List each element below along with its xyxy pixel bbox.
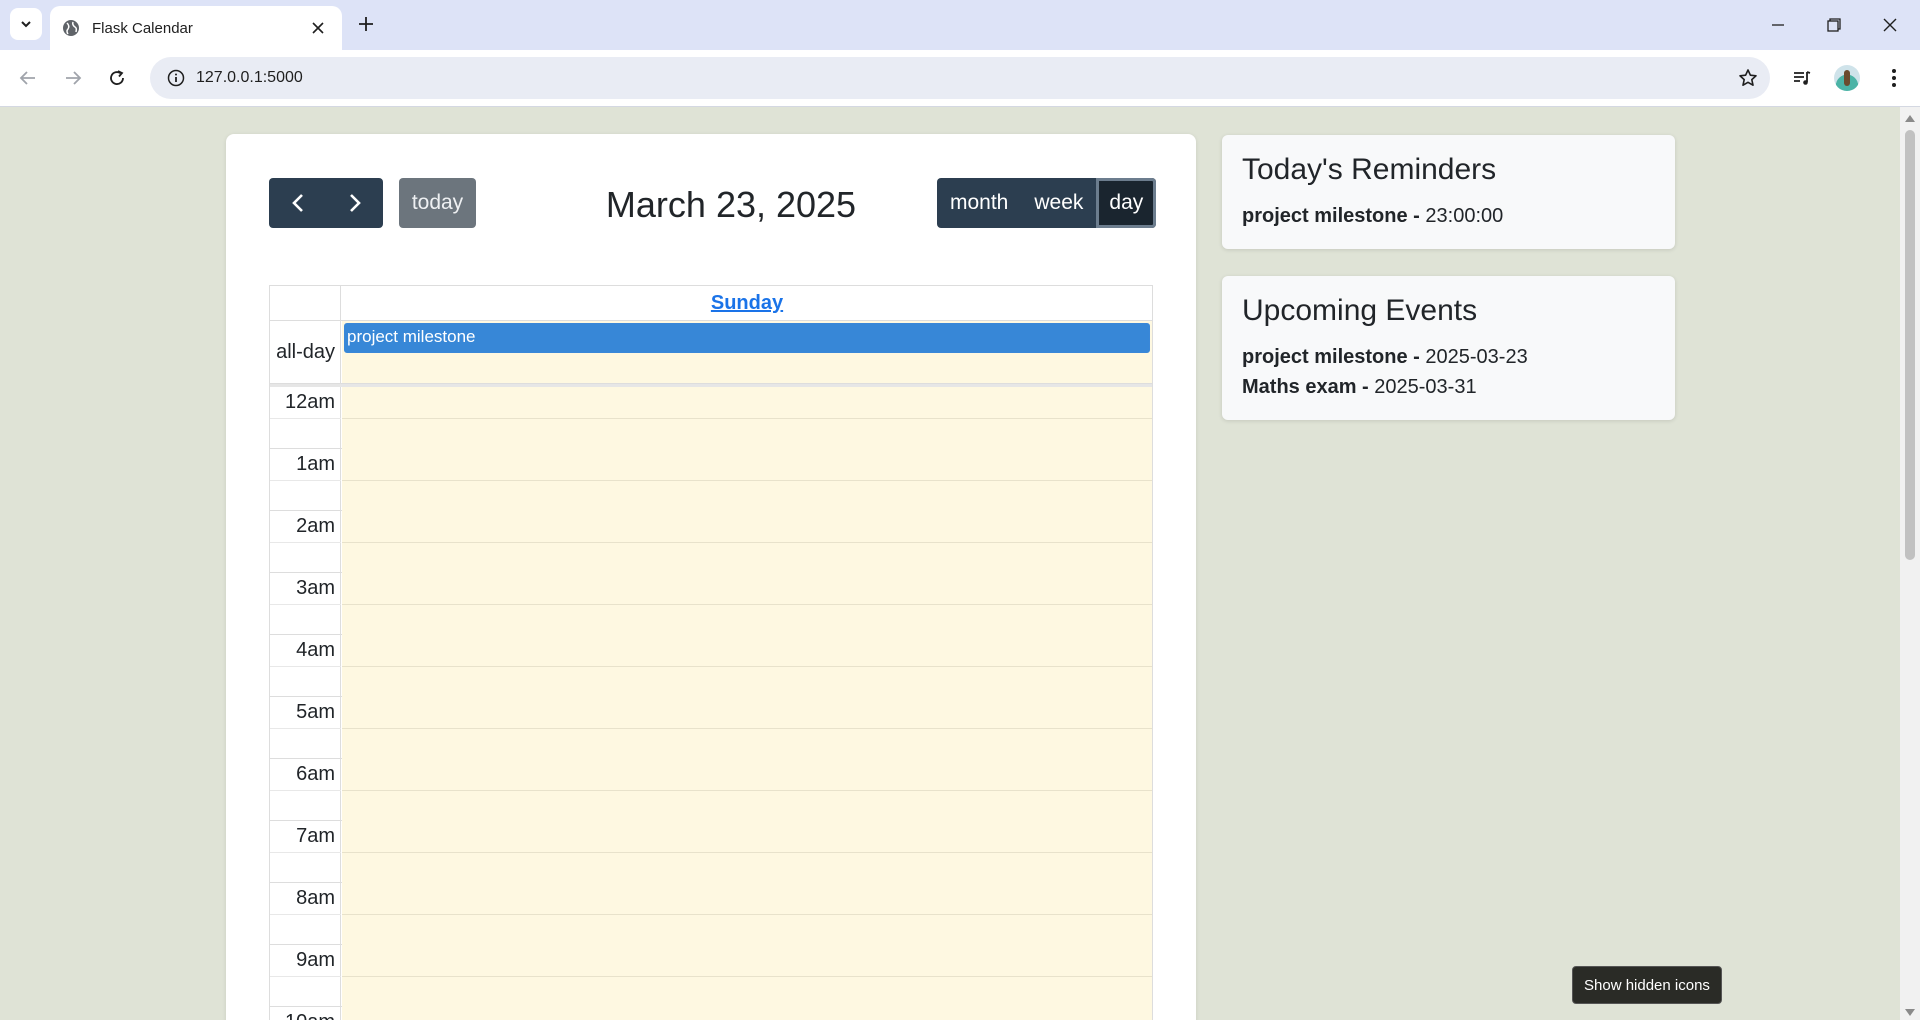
upcoming-item: project milestone - 2025-03-23 [1242,346,1528,368]
tab-search-button[interactable] [10,8,42,40]
hour-row: 8am [270,883,1152,945]
hour-row: 10am [270,1007,1152,1020]
view-month-button[interactable]: month [937,178,1022,228]
plus-icon [359,17,373,31]
today-button[interactable]: today [399,178,476,228]
hour-row: 3am [270,573,1152,635]
time-slot[interactable] [342,573,1152,635]
time-slot[interactable] [342,635,1152,697]
upcoming-heading: Upcoming Events [1242,294,1478,327]
new-tab-button[interactable] [352,10,380,38]
time-slot[interactable] [342,697,1152,759]
view-day-button[interactable]: day [1096,178,1157,228]
address-bar[interactable]: 127.0.0.1:5000 [150,57,1770,99]
tab-title: Flask Calendar [92,19,193,37]
chevron-left-icon [291,194,303,212]
next-button[interactable] [326,178,383,228]
bookmark-star-icon[interactable] [1736,66,1760,90]
forward-button[interactable] [57,62,89,94]
hour-row: 9am [270,945,1152,1007]
chevron-down-icon [21,21,31,28]
hour-row: 6am [270,759,1152,821]
upcoming-date: 2025-03-23 [1425,346,1528,368]
upcoming-date: 2025-03-31 [1374,376,1477,398]
scroll-down-arrow[interactable] [1905,1009,1915,1016]
hour-row: 12am [270,387,1152,449]
site-info-icon[interactable] [156,69,196,87]
time-slot[interactable] [342,821,1152,883]
system-tooltip: Show hidden icons [1572,966,1722,1004]
url-text: 127.0.0.1:5000 [196,69,303,86]
reload-icon [110,70,124,85]
prev-button[interactable] [269,178,326,228]
hour-row: 1am [270,449,1152,511]
minimize-button[interactable] [1750,0,1806,50]
arrow-right-icon [66,71,82,85]
browser-tab-bar: Flask Calendar [0,0,1920,50]
restore-button[interactable] [1806,0,1862,50]
calendar-card: today March 23, 2025 month week day Sund… [226,134,1196,1020]
hour-row: 2am [270,511,1152,573]
calendar-title: March 23, 2025 [605,184,857,225]
day-header-link[interactable]: Sunday [342,286,1152,320]
globe-icon [63,20,79,36]
time-slot[interactable] [342,387,1152,449]
scroll-up-arrow[interactable] [1905,115,1915,122]
hour-row: 7am [270,821,1152,883]
hour-row: 4am [270,635,1152,697]
reminders-card: Today's Reminders project milestone - 23… [1222,135,1675,249]
profile-avatar[interactable] [1834,65,1860,91]
time-slot[interactable] [342,511,1152,573]
all-day-label: all-day [270,321,341,383]
upcoming-item: Maths exam - 2025-03-31 [1242,376,1477,398]
reminder-item: project milestone - 23:00:00 [1242,205,1504,227]
time-slot[interactable] [342,1007,1152,1020]
hour-label: 10am [270,1007,341,1020]
time-slot[interactable] [342,883,1152,945]
page-content: today March 23, 2025 month week day Sund… [0,107,1900,1020]
all-day-row: all-day project milestone [269,321,1153,384]
view-week-button[interactable]: week [1021,178,1097,228]
upcoming-name: Maths exam [1242,376,1357,398]
page-scrollbar[interactable] [1900,107,1920,1020]
reminders-heading: Today's Reminders [1242,153,1497,186]
time-slot[interactable] [342,945,1152,1007]
upcoming-name: project milestone [1242,346,1408,368]
reminder-time: 23:00:00 [1425,205,1504,227]
hour-row: 5am [270,697,1152,759]
time-slots: 12am 1am 2am 3am 4am 5am 6am 7am 8am 9am… [269,387,1153,1020]
column-header: Sunday [269,285,1153,321]
browser-toolbar: 127.0.0.1:5000 [0,50,1920,107]
more-menu-icon[interactable] [1880,64,1908,92]
scrollbar-thumb[interactable] [1905,130,1915,560]
close-icon [1883,18,1897,32]
close-tab-icon[interactable] [308,18,328,38]
reload-button[interactable] [101,62,133,94]
time-slot[interactable] [342,449,1152,511]
time-slot[interactable] [342,759,1152,821]
arrow-left-icon [19,71,35,85]
minimize-icon [1772,24,1784,26]
all-day-event[interactable]: project milestone [344,323,1150,353]
reminder-name: project milestone [1242,205,1408,227]
media-controls-icon[interactable] [1788,64,1816,92]
view-switcher: month week day [937,178,1157,228]
close-window-button[interactable] [1862,0,1918,50]
restore-icon [1827,18,1841,32]
browser-tab[interactable]: Flask Calendar [50,6,342,50]
prev-next-group [269,178,383,228]
back-button[interactable] [12,62,44,94]
chevron-right-icon [349,194,361,212]
upcoming-events-card: Upcoming Events project milestone - 2025… [1222,276,1675,420]
